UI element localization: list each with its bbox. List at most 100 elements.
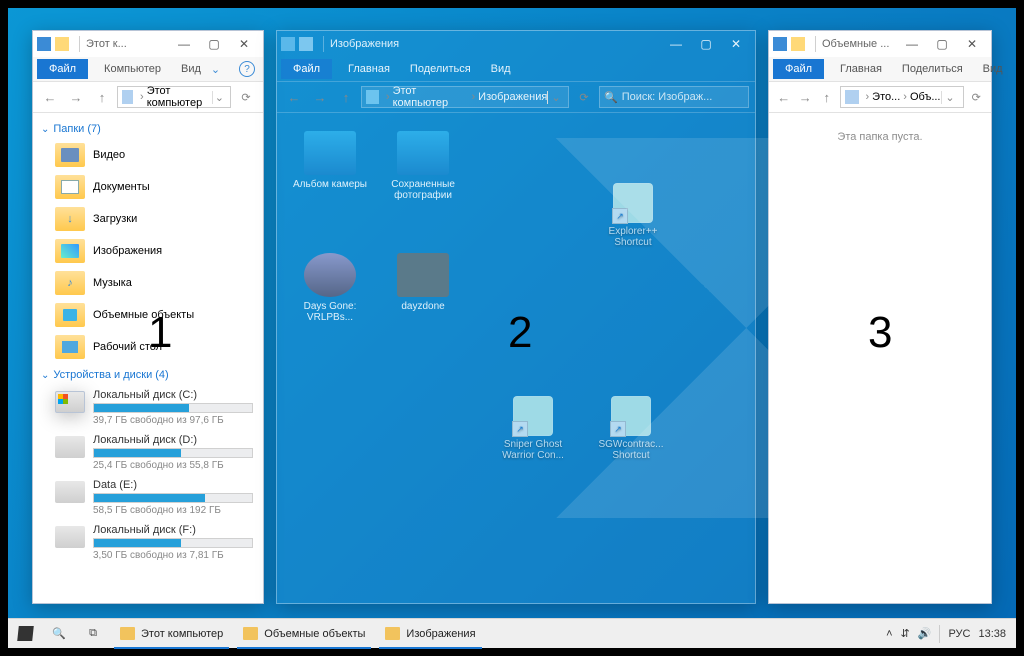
maximize-button[interactable]: ▢: [927, 31, 957, 57]
breadcrumb[interactable]: Этот компьютер: [393, 85, 469, 109]
tray-overflow-icon[interactable]: ˄: [886, 628, 892, 640]
file-icon: [397, 253, 449, 297]
qat-icon: [55, 37, 69, 51]
ribbon-tab-view[interactable]: Вид: [481, 59, 521, 79]
window-title: Объемные ...: [822, 38, 889, 50]
titlebar[interactable]: Объемные ... — ▢ ✕: [769, 31, 991, 57]
titlebar[interactable]: Этот к... — ▢ ✕: [33, 31, 263, 57]
drive-item[interactable]: Локальный диск (D:)25,4 ГБ свободно из 5…: [41, 430, 255, 475]
close-button[interactable]: ✕: [721, 31, 751, 57]
folder-label: Музыка: [93, 277, 132, 289]
close-button[interactable]: ✕: [229, 31, 259, 57]
folder-item[interactable]: Загрузки: [41, 203, 255, 235]
qat-icon: [791, 37, 805, 51]
drive-item[interactable]: Data (E:)58,5 ГБ свободно из 192 ГБ: [41, 475, 255, 520]
nav-back-button[interactable]: ←: [283, 86, 305, 108]
drive-icon: [55, 436, 85, 458]
nav-up-button[interactable]: ↑: [91, 86, 113, 108]
maximize-button[interactable]: ▢: [199, 31, 229, 57]
nav-back-button[interactable]: ←: [39, 86, 61, 108]
drive-item[interactable]: Локальный диск (C:)39,7 ГБ свободно из 9…: [41, 385, 255, 430]
ribbon-tab-share[interactable]: Поделиться: [892, 59, 973, 79]
desktop-shortcut[interactable]: Explorer++ Shortcut: [598, 183, 668, 248]
folder-icon: [397, 131, 449, 175]
nav-forward-button[interactable]: →: [309, 86, 331, 108]
address-box[interactable]: › Этот компьютер ⌄: [117, 86, 231, 108]
window-title: Этот к...: [86, 38, 127, 50]
address-dropdown-icon[interactable]: ⌄: [547, 91, 564, 104]
search-placeholder: Поиск: Изображ...: [622, 91, 713, 103]
ribbon-expand-icon[interactable]: ⌄: [211, 63, 220, 76]
section-drives[interactable]: Устройства и диски (4): [41, 369, 255, 381]
content-pane: Папки (7) Видео Документы Загрузки Изобр…: [33, 113, 263, 603]
folder-item[interactable]: Сохраненные фотографии: [384, 131, 462, 201]
breadcrumb[interactable]: Это...: [872, 91, 900, 103]
folder-item[interactable]: Изображения: [41, 235, 255, 267]
maximize-button[interactable]: ▢: [691, 31, 721, 57]
address-dropdown-icon[interactable]: ⌄: [212, 91, 226, 104]
file-item[interactable]: Days Gone: VRLPBs...: [291, 253, 369, 323]
drive-item[interactable]: Локальный диск (F:)3,50 ГБ свободно из 7…: [41, 520, 255, 565]
file-item[interactable]: dayzdone: [384, 253, 462, 312]
taskbar-label: Изображения: [406, 628, 475, 640]
search-input[interactable]: 🔍 Поиск: Изображ...: [599, 86, 749, 108]
folder-label: Видео: [93, 149, 125, 161]
ribbon-file-tab[interactable]: Файл: [37, 59, 88, 79]
ribbon-file-tab[interactable]: Файл: [773, 59, 824, 79]
folder-item[interactable]: Документы: [41, 171, 255, 203]
location-icon: [366, 90, 379, 104]
ribbon-tab-share[interactable]: Поделиться: [400, 59, 481, 79]
address-box[interactable]: › Этот компьютер › Изображения ⌄: [361, 86, 569, 108]
refresh-button[interactable]: ⟳: [968, 91, 986, 104]
task-view-button[interactable]: ⧉: [76, 619, 110, 648]
help-button[interactable]: ?: [239, 61, 255, 77]
minimize-button[interactable]: —: [897, 31, 927, 57]
taskbar-label: Объемные объекты: [264, 628, 365, 640]
folder-label: Альбом камеры: [293, 179, 367, 190]
desktop-shortcut[interactable]: SGWcontrac... Shortcut: [596, 396, 666, 461]
close-button[interactable]: ✕: [957, 31, 987, 57]
start-button[interactable]: [8, 619, 42, 648]
minimize-button[interactable]: —: [169, 31, 199, 57]
ribbon-tab-home[interactable]: Главная: [830, 59, 892, 79]
language-indicator[interactable]: РУС: [948, 628, 970, 640]
breadcrumb[interactable]: Изображения: [478, 91, 547, 103]
address-box[interactable]: › Это... › Объ... ⌄: [840, 86, 964, 108]
minimize-button[interactable]: —: [661, 31, 691, 57]
refresh-button[interactable]: ⟳: [573, 91, 595, 104]
ribbon-tab-view[interactable]: Вид: [973, 59, 1013, 79]
taskbar-item[interactable]: Изображения: [375, 622, 485, 646]
taskbar-item[interactable]: Объемные объекты: [233, 622, 375, 646]
taskbar[interactable]: 🔍 ⧉ Этот компьютер Объемные объекты Изоб…: [8, 618, 1016, 648]
nav-forward-button[interactable]: →: [65, 86, 87, 108]
network-icon[interactable]: ⇵: [901, 627, 910, 640]
taskbar-item[interactable]: Этот компьютер: [110, 622, 233, 646]
drive-icon: [55, 481, 85, 503]
folder-item[interactable]: Музыка: [41, 267, 255, 299]
volume-icon[interactable]: 🔊: [918, 627, 932, 640]
titlebar[interactable]: Изображения — ▢ ✕: [277, 31, 755, 57]
nav-up-button[interactable]: ↑: [818, 86, 836, 108]
nav-back-button[interactable]: ←: [775, 86, 793, 108]
clock[interactable]: 13:38: [978, 628, 1006, 640]
ribbon-tab-view[interactable]: Вид: [171, 59, 211, 79]
shortcut-icon: [613, 183, 653, 223]
breadcrumb[interactable]: Объ...: [910, 91, 941, 103]
ribbon-tab-computer[interactable]: Компьютер: [94, 59, 171, 79]
nav-up-button[interactable]: ↑: [335, 86, 357, 108]
folder-item[interactable]: Альбом камеры: [291, 131, 369, 190]
address-dropdown-icon[interactable]: ⌄: [941, 91, 959, 104]
shortcut-label: SGWcontrac... Shortcut: [598, 439, 663, 461]
overlay-number-2: 2: [508, 308, 532, 358]
section-folders[interactable]: Папки (7): [41, 123, 255, 135]
search-button[interactable]: 🔍: [42, 619, 76, 648]
refresh-button[interactable]: ⟳: [235, 91, 257, 104]
nav-forward-button[interactable]: →: [797, 86, 815, 108]
ribbon-tab-home[interactable]: Главная: [338, 59, 400, 79]
breadcrumb[interactable]: Этот компьютер: [147, 85, 212, 109]
drive-free-text: 39,7 ГБ свободно из 97,6 ГБ: [93, 415, 253, 426]
folder-item[interactable]: Видео: [41, 139, 255, 171]
ribbon: Файл Главная Поделиться Вид: [277, 57, 755, 82]
ribbon-file-tab[interactable]: Файл: [281, 59, 332, 79]
app-icon: [281, 37, 295, 51]
